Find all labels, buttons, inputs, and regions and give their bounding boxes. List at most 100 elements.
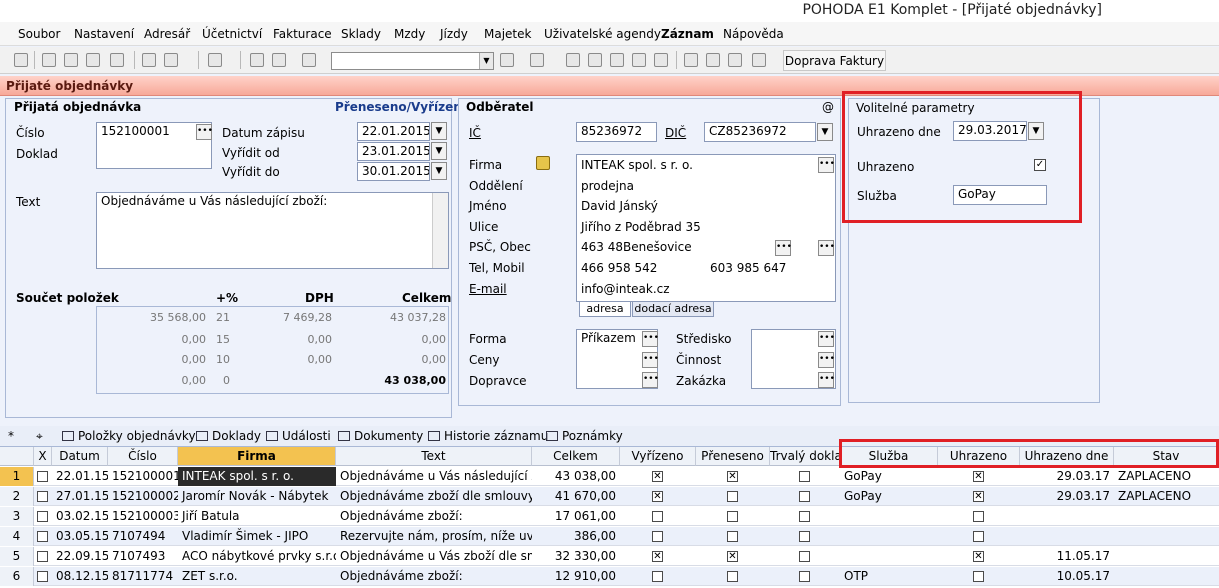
tab-historie[interactable]: Historie záznamu: [428, 429, 548, 443]
cell-x[interactable]: [34, 507, 52, 526]
cell-text[interactable]: Objednáváme zboží dle smlouvy č.: [336, 487, 532, 506]
tab-doklady[interactable]: Doklady: [196, 429, 261, 443]
menu-mzdy[interactable]: Mzdy: [394, 27, 425, 41]
cell-datum[interactable]: 27.01.15: [52, 487, 108, 506]
tel-value[interactable]: 466 958 542: [581, 261, 657, 275]
cell-sluzba[interactable]: GoPay: [840, 487, 938, 506]
cell-vyrizeno[interactable]: [620, 567, 696, 586]
vyrizeno-checkbox[interactable]: ✕: [652, 491, 663, 502]
filter-icon[interactable]: [500, 53, 514, 67]
preneseno-checkbox[interactable]: ✕: [727, 471, 738, 482]
stredisko-ellipsis-button[interactable]: •••: [818, 331, 835, 347]
cell-datum[interactable]: 08.12.15: [52, 567, 108, 586]
help-icon[interactable]: [752, 53, 766, 67]
cell-uhrazeno[interactable]: [938, 527, 1020, 546]
select-checkbox[interactable]: [37, 491, 48, 502]
cell-cislo[interactable]: 152100003: [108, 507, 178, 526]
table-row[interactable]: 3 03.02.15 152100003 Jiří Batula Objednáváme…: [0, 507, 1219, 526]
cell-stav[interactable]: ZAPLACENO: [1114, 487, 1219, 506]
table-row[interactable]: 5 22.09.15 7107493 ACO nábytkové prvky s.r.…: [0, 547, 1219, 566]
export-icon[interactable]: [110, 53, 124, 67]
cell-stav[interactable]: [1114, 527, 1219, 546]
vyrizeno-checkbox[interactable]: ✕: [652, 551, 663, 562]
cell-x[interactable]: [34, 547, 52, 566]
row-number[interactable]: 6: [0, 567, 34, 586]
col-text[interactable]: Text: [336, 447, 532, 466]
datum-zapisu-field[interactable]: 22.01.2015: [357, 122, 430, 141]
uhrazeno-checkbox[interactable]: ✕: [973, 551, 984, 562]
cell-celkem[interactable]: 17 061,00: [532, 507, 620, 526]
ulice-value[interactable]: Jiřího z Poděbrad 35: [581, 220, 701, 234]
cell-text[interactable]: Objednáváme zboží:: [336, 567, 532, 586]
cell-x[interactable]: [34, 567, 52, 586]
edit-icon[interactable]: [164, 53, 178, 67]
cell-trvaly[interactable]: [770, 527, 840, 546]
cell-preneseno[interactable]: [696, 527, 770, 546]
back-arrow-icon[interactable]: [208, 53, 222, 67]
ceny-ellipsis-button[interactable]: •••: [642, 352, 659, 368]
cell-celkem[interactable]: 386,00: [532, 527, 620, 546]
print-setup-icon[interactable]: [86, 53, 100, 67]
firma-value[interactable]: INTEAK spol. s r. o.: [581, 158, 693, 172]
forma-ellipsis-button[interactable]: •••: [642, 331, 659, 347]
col-x[interactable]: X: [34, 447, 52, 466]
new-record-icon[interactable]: [142, 53, 156, 67]
copy-icon[interactable]: [302, 53, 316, 67]
navigate-icon[interactable]: [14, 53, 28, 67]
vyrizeno-checkbox[interactable]: ✕: [652, 471, 663, 482]
cell-firma[interactable]: Jiří Batula: [178, 507, 336, 526]
cell-stav[interactable]: [1114, 547, 1219, 566]
row-number[interactable]: 3: [0, 507, 34, 526]
cell-cislo[interactable]: 7107494: [108, 527, 178, 546]
col-preneseno[interactable]: Přeneseno: [696, 447, 770, 466]
calculator-icon[interactable]: [588, 53, 602, 67]
col-celkem[interactable]: Celkem: [532, 447, 620, 466]
oddeleni-value[interactable]: prodejna: [581, 179, 634, 193]
list-icon[interactable]: [706, 53, 720, 67]
cell-datum[interactable]: 22.09.15: [52, 547, 108, 566]
vyridit-do-field[interactable]: 30.01.2015: [357, 162, 430, 181]
tab-dokumenty[interactable]: Dokumenty: [338, 429, 423, 443]
cell-uhrazeno[interactable]: [938, 507, 1020, 526]
preview-icon[interactable]: [42, 53, 56, 67]
cell-uhrazeno-dne[interactable]: 11.05.17: [1020, 547, 1114, 566]
psc-value[interactable]: 463 48: [581, 240, 623, 254]
cell-stav[interactable]: [1114, 567, 1219, 586]
cell-celkem[interactable]: 32 330,00: [532, 547, 620, 566]
funnel-icon[interactable]: ⌖: [36, 429, 43, 444]
cell-firma[interactable]: ACO nábytkové prvky s.r.o.: [178, 547, 336, 566]
col-datum[interactable]: Datum: [52, 447, 108, 466]
cell-uhrazeno-dne[interactable]: 10.05.17: [1020, 567, 1114, 586]
tab-poznamky[interactable]: Poznámky: [546, 429, 623, 443]
cell-preneseno[interactable]: ✕: [696, 547, 770, 566]
cell-celkem[interactable]: 12 910,00: [532, 567, 620, 586]
ic-field[interactable]: 85236972: [576, 122, 657, 142]
table-row[interactable]: 6 08.12.15 81711774 ZET s.r.o. Objednáváme z…: [0, 567, 1219, 586]
col-cislo[interactable]: Číslo: [108, 447, 178, 466]
bank-icon[interactable]: [654, 53, 668, 67]
email-at-icon[interactable]: @: [822, 100, 834, 114]
select-checkbox[interactable]: [37, 571, 48, 582]
cell-vyrizeno[interactable]: [620, 527, 696, 546]
cell-firma[interactable]: INTEAK spol. s r. o.: [178, 467, 336, 486]
cell-text[interactable]: Rezervujte nám, prosím, níže uved: [336, 527, 532, 546]
trvaly-checkbox[interactable]: [799, 491, 810, 502]
cell-x[interactable]: [34, 467, 52, 486]
preneseno-checkbox[interactable]: [727, 531, 738, 542]
select-checkbox[interactable]: [37, 551, 48, 562]
cell-trvaly[interactable]: [770, 507, 840, 526]
cell-uhrazeno-dne[interactable]: 29.03.17: [1020, 467, 1114, 486]
address-book-icon[interactable]: [536, 156, 550, 170]
menu-napoveda[interactable]: Nápověda: [723, 27, 784, 41]
cell-trvaly[interactable]: [770, 567, 840, 586]
chevron-down-icon[interactable]: ▼: [431, 122, 447, 140]
cell-trvaly[interactable]: [770, 547, 840, 566]
cell-uhrazeno[interactable]: ✕: [938, 467, 1020, 486]
document-icon[interactable]: [728, 53, 742, 67]
dopravce-ellipsis-button[interactable]: •••: [642, 372, 659, 388]
cell-vyrizeno[interactable]: ✕: [620, 467, 696, 486]
cell-text[interactable]: Objednáváme zboží:: [336, 507, 532, 526]
cell-uhrazeno-dne[interactable]: [1020, 527, 1114, 546]
cell-uhrazeno[interactable]: ✕: [938, 487, 1020, 506]
cell-preneseno[interactable]: ✕: [696, 467, 770, 486]
